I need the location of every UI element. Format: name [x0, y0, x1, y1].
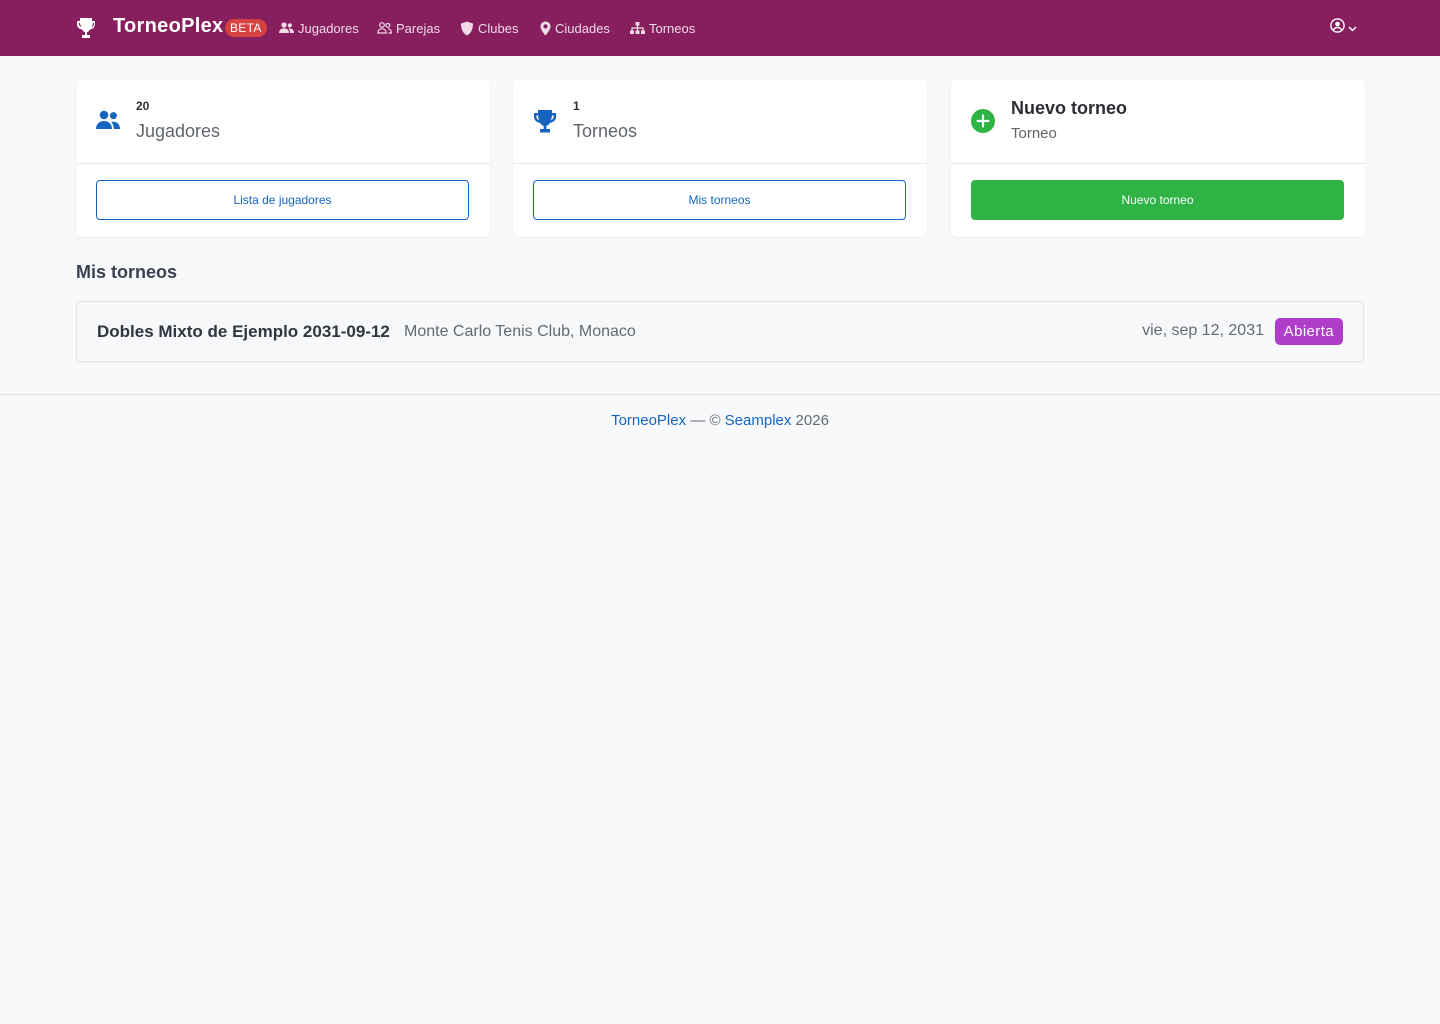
nav-item-label: Parejas	[396, 20, 441, 36]
trophy-icon[interactable]	[76, 17, 96, 39]
players-label: Jugadores	[136, 121, 221, 141]
new-tournament-button[interactable]: Nuevo torneo	[971, 180, 1344, 220]
nav-item-jugadores[interactable]: Jugadores	[279, 19, 359, 37]
tournaments-count: 1	[573, 99, 580, 113]
footer-company-link[interactable]: Seamplex	[725, 412, 792, 429]
section-title: Mis torneos	[76, 262, 178, 282]
tournament-club: Monte Carlo Tenis Club, Monaco	[404, 323, 636, 340]
card-divider	[513, 163, 927, 164]
user-menu[interactable]	[1330, 18, 1357, 38]
nav-item-label: Jugadores	[298, 20, 359, 36]
user-pair-icon	[377, 22, 392, 34]
footer: TorneoPlex — © Seamplex 2026	[0, 412, 1440, 429]
footer-divider	[0, 394, 1440, 395]
nav-item-parejas[interactable]: Parejas	[377, 19, 440, 37]
trophy-icon	[533, 109, 557, 138]
sitemap-icon	[630, 22, 645, 34]
nav-item-label: Ciudades	[555, 20, 610, 36]
users-icon	[96, 109, 120, 136]
new-tournament-card: Nuevo torneo Torneo Nuevo torneo	[951, 80, 1365, 237]
beta-badge: BETA	[225, 19, 267, 37]
tournament-date: vie, sep 12, 2031	[1142, 322, 1264, 339]
my-tournaments-button[interactable]: Mis torneos	[533, 180, 906, 220]
chevron-down-icon	[1348, 19, 1357, 37]
shield-icon	[460, 21, 474, 36]
brand-name[interactable]: TorneoPlex	[113, 15, 223, 38]
card-divider	[76, 163, 490, 164]
new-tournament-subtitle: Torneo	[1011, 125, 1057, 142]
footer-separator: — ©	[686, 412, 725, 429]
tournament-name[interactable]: Dobles Mixto de Ejemplo 2031-09-12	[97, 322, 390, 342]
players-count: 20	[136, 99, 150, 113]
nav-item-clubes[interactable]: Clubes	[460, 19, 518, 37]
players-list-button[interactable]: Lista de jugadores	[96, 180, 469, 220]
top-navbar: TorneoPlex BETA Jugadores Parejas Clubes…	[0, 0, 1440, 56]
users-icon	[279, 22, 294, 34]
tournaments-label: Torneos	[573, 121, 638, 141]
players-card: 20 Jugadores Lista de jugadores	[76, 80, 490, 237]
new-tournament-title: Nuevo torneo	[1011, 98, 1128, 118]
status-badge: Abierta	[1274, 318, 1343, 345]
footer-year: 2026	[791, 412, 829, 429]
nav-item-ciudades[interactable]: Ciudades	[540, 19, 610, 37]
footer-brand-link[interactable]: TorneoPlex	[611, 412, 686, 429]
nav-item-label: Clubes	[478, 20, 519, 36]
nav-item-torneos[interactable]: Torneos	[630, 19, 695, 37]
tournaments-card: 1 Torneos Mis torneos	[513, 80, 927, 237]
plus-circle-icon	[971, 109, 995, 138]
list-item[interactable]: Dobles Mixto de Ejemplo 2031-09-12 Monte…	[76, 301, 1364, 362]
map-pin-icon	[540, 21, 551, 36]
user-circle-icon	[1330, 18, 1345, 38]
card-divider	[951, 163, 1365, 164]
nav-item-label: Torneos	[649, 20, 696, 36]
